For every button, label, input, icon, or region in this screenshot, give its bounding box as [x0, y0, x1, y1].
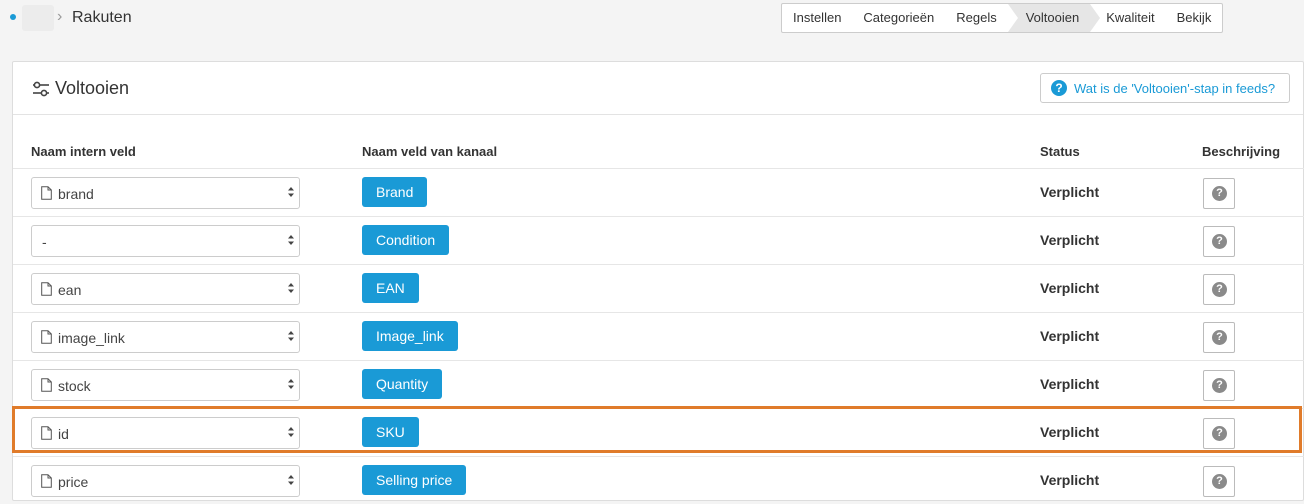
step-bekijk[interactable]: Bekijk [1166, 4, 1223, 32]
sort-arrows-icon [288, 475, 294, 485]
breadcrumb-redacted-item[interactable] [22, 5, 54, 31]
description-help-button[interactable]: ? [1203, 466, 1235, 497]
table-row: image_link Image_link Verplicht? [13, 312, 1304, 360]
description-help-button[interactable]: ? [1203, 226, 1235, 257]
voltooien-panel: Voltooien ? Wat is de 'Voltooien'-stap i… [12, 61, 1304, 501]
status-text: Verplicht [1040, 184, 1100, 200]
table-row: - Condition Verplicht? [13, 216, 1304, 264]
internal-field-select[interactable]: price [31, 465, 300, 497]
document-icon [41, 474, 52, 488]
header-description: Beschrijving [1202, 144, 1281, 159]
question-circle-icon: ? [1212, 282, 1227, 297]
status-text: Verplicht [1040, 232, 1100, 248]
table-row: brand Brand Verplicht? [13, 168, 1304, 216]
question-circle-icon: ? [1212, 378, 1227, 393]
description-help-button[interactable]: ? [1203, 322, 1235, 353]
internal-field-select[interactable]: image_link [31, 321, 300, 353]
question-circle-icon: ? [1212, 330, 1227, 345]
step-navigation: Instellen Categorieën Regels Voltooien K… [781, 3, 1224, 33]
internal-field-value: id [58, 426, 69, 442]
document-icon [41, 282, 52, 296]
internal-field-select[interactable]: - [31, 225, 300, 257]
channel-field-tag: Condition [362, 225, 450, 255]
step-instellen[interactable]: Instellen [782, 4, 852, 32]
status-text: Verplicht [1040, 280, 1100, 296]
sort-arrows-icon [288, 283, 294, 293]
help-button-label: Wat is de 'Voltooien'-stap in feeds? [1074, 80, 1276, 96]
header-channel-field: Naam veld van kanaal [362, 144, 498, 159]
sort-arrows-icon [288, 379, 294, 389]
breadcrumb-title[interactable]: Rakuten [72, 9, 132, 27]
internal-field-value: brand [58, 186, 94, 202]
step-regels[interactable]: Regels [945, 4, 1007, 32]
question-circle-icon: ? [1212, 426, 1227, 441]
channel-field-tag: EAN [362, 273, 419, 303]
sliders-icon [33, 81, 49, 97]
document-icon [41, 330, 52, 344]
status-text: Verplicht [1040, 376, 1100, 392]
table-row: stock Quantity Verplicht? [13, 360, 1304, 408]
description-help-button[interactable]: ? [1203, 418, 1235, 449]
internal-field-value: ean [58, 282, 82, 298]
question-circle-icon: ? [1212, 474, 1227, 489]
top-bar: › Rakuten Instellen Categorieën Regels V… [0, 0, 1304, 42]
status-text: Verplicht [1040, 472, 1100, 488]
channel-field-tag: Selling price [362, 465, 467, 495]
sort-arrows-icon [288, 331, 294, 341]
status-text: Verplicht [1040, 424, 1100, 440]
channel-field-tag: Quantity [362, 369, 443, 399]
internal-field-select[interactable]: brand [31, 177, 300, 209]
internal-field-value: image_link [58, 330, 125, 346]
header-internal-field: Naam intern veld [31, 144, 136, 159]
question-circle-icon: ? [1051, 80, 1067, 96]
internal-field-value: price [58, 474, 89, 490]
internal-field-value: - [42, 234, 47, 250]
step-kwaliteit[interactable]: Kwaliteit [1090, 4, 1165, 32]
document-icon [41, 378, 52, 392]
step-categorieen[interactable]: Categorieën [852, 4, 945, 32]
sort-arrows-icon [288, 427, 294, 437]
document-icon [41, 426, 52, 440]
channel-field-tag: Brand [362, 177, 428, 207]
status-text: Verplicht [1040, 328, 1100, 344]
description-help-button[interactable]: ? [1203, 370, 1235, 401]
internal-field-value: stock [58, 378, 91, 394]
description-help-button[interactable]: ? [1203, 274, 1235, 305]
chevron-right-icon: › [57, 8, 63, 25]
sort-arrows-icon [288, 235, 294, 245]
panel-title: Voltooien [55, 78, 130, 98]
step-voltooien[interactable]: Voltooien [1007, 4, 1100, 32]
status-dot-icon [10, 14, 16, 20]
channel-field-tag: SKU [362, 417, 419, 447]
panel-header: Voltooien ? Wat is de 'Voltooien'-stap i… [13, 62, 1303, 115]
sort-arrows-icon [288, 187, 294, 197]
description-help-button[interactable]: ? [1203, 178, 1235, 209]
document-icon [41, 186, 52, 200]
table-row: id SKU Verplicht? [13, 408, 1304, 456]
question-circle-icon: ? [1212, 234, 1227, 249]
internal-field-select[interactable]: id [31, 417, 300, 449]
channel-field-tag: Image_link [362, 321, 458, 351]
question-circle-icon: ? [1212, 186, 1227, 201]
internal-field-select[interactable]: ean [31, 273, 300, 305]
header-status: Status [1040, 144, 1080, 159]
table-row: ean EAN Verplicht? [13, 264, 1304, 312]
help-button[interactable]: ? Wat is de 'Voltooien'-stap in feeds? [1040, 73, 1290, 103]
internal-field-select[interactable]: stock [31, 369, 300, 401]
